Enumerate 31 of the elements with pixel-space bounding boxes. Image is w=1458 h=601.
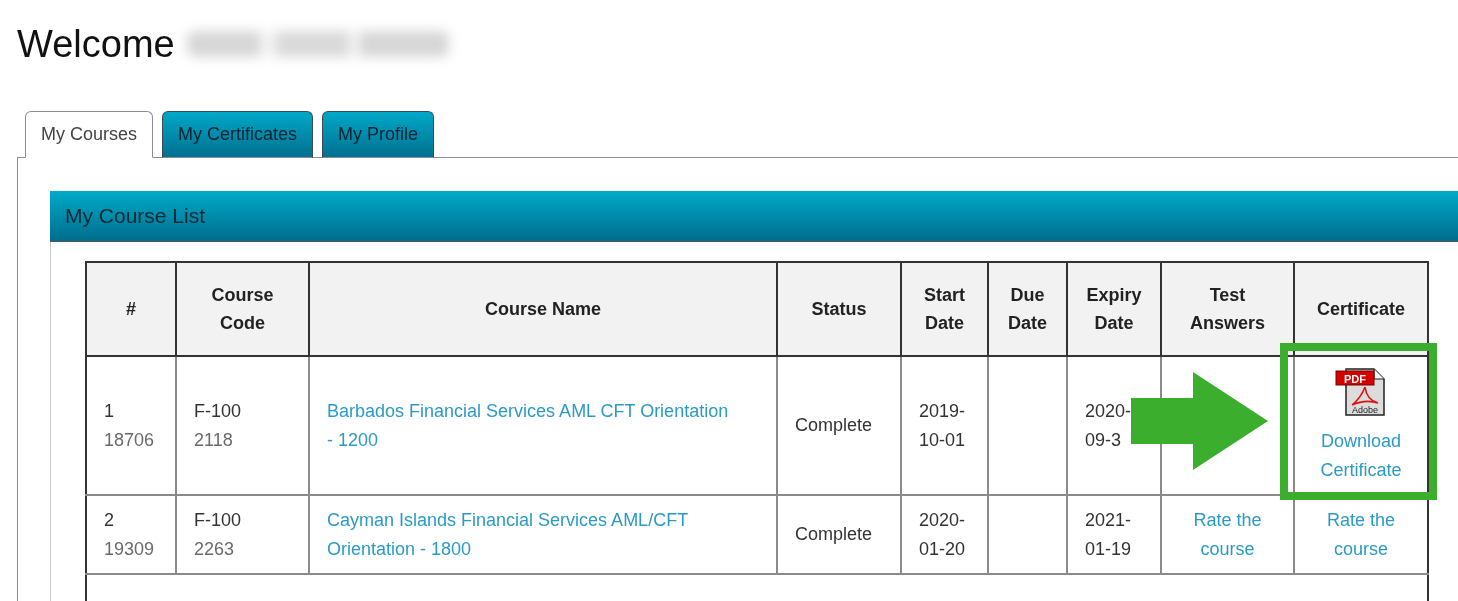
status-text: Complete [795, 523, 873, 546]
tab[interactable]: My Profile [322, 111, 435, 158]
start-date: 2019-10-01 [919, 399, 967, 452]
icon-caption-text: Adobe [1352, 404, 1378, 415]
start-date: 2020-01-20 [919, 508, 967, 561]
download-certificate-link[interactable]: Download Certificate [1315, 426, 1407, 485]
icon-badge-text: PDF [1344, 372, 1366, 384]
tab[interactable]: My Courses [25, 111, 154, 158]
course-code: F-100 [194, 399, 242, 423]
column-header: # [86, 262, 176, 356]
column-header: Status [777, 262, 901, 356]
column-header: Certificate [1294, 262, 1428, 356]
record-number: 19309 [104, 537, 155, 561]
course-code-detail: 2118 [194, 428, 233, 452]
course-code-detail: 2263 [194, 537, 235, 561]
panel-title: My Course List [65, 204, 206, 228]
course-code: F-100 [194, 508, 242, 532]
expiry-date: 2020-09-3 [1085, 399, 1133, 452]
column-header: Course Code [176, 262, 309, 356]
expiry-date: 2021-01-19 [1085, 508, 1133, 561]
status-text: Complete [795, 414, 873, 437]
column-header: Due Date [988, 262, 1067, 356]
column-header: Start Date [901, 262, 988, 356]
column-header: Test Answers [1161, 262, 1294, 356]
welcome-heading: Welcome [17, 22, 175, 66]
row-number: 1 [104, 399, 114, 423]
record-number: 18706 [104, 428, 155, 452]
row-number: 2 [104, 508, 114, 532]
column-header: Expiry Date [1067, 262, 1161, 356]
column-header: Course Name [309, 262, 777, 356]
tab[interactable]: My Certificates [162, 111, 314, 158]
